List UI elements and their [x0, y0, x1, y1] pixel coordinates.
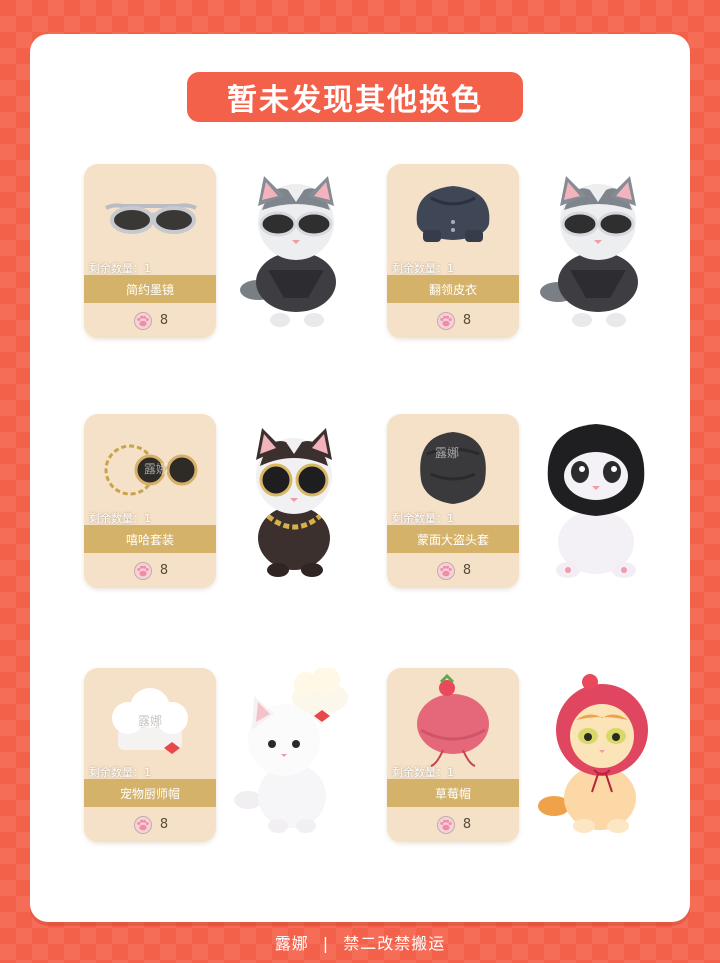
item-name: 草莓帽: [387, 779, 519, 807]
item-card-sunglasses[interactable]: 剩余数量：1 简约墨镜 8: [84, 164, 216, 338]
watermark-text: 露娜: [144, 462, 169, 476]
page-title: 暂未发现其他换色: [187, 72, 523, 122]
price-row: 8: [387, 553, 519, 588]
footer-separator: |: [322, 934, 330, 953]
cat-preview-strawberry-hat: [538, 674, 648, 833]
price-value: 8: [159, 817, 169, 832]
cat-preview-leather-jacket: [540, 176, 638, 327]
quantity-label: 剩余数量：1: [89, 766, 151, 779]
price-row: 8: [84, 303, 216, 338]
price-row: 8: [387, 807, 519, 842]
footer-notice: 禁二改禁搬运: [343, 934, 446, 953]
paw-coin-icon: [133, 311, 152, 330]
price-value: 8: [462, 817, 472, 832]
footer-author: 露娜: [274, 934, 309, 953]
item-card-leather-jacket[interactable]: 剩余数量：1 翻领皮衣 8: [387, 164, 519, 338]
watermark-text: 露娜: [435, 446, 460, 460]
item-name: 嘻哈套装: [84, 525, 216, 553]
item-name: 简约墨镜: [84, 275, 216, 303]
cat-preview-balaclava: [547, 424, 645, 578]
price-value: 8: [159, 563, 169, 578]
cat-preview-hiphop-set: [256, 428, 332, 577]
item-card-strawberry-hat[interactable]: 剩余数量：1 草莓帽 8: [387, 668, 519, 842]
cat-preview-sunglasses: [240, 176, 336, 327]
price-row: 8: [84, 807, 216, 842]
item-card-hiphop-set[interactable]: 露娜 剩余数量：1 嘻哈套装 8: [84, 414, 216, 588]
price-row: 8: [84, 553, 216, 588]
item-name: 翻领皮衣: [387, 275, 519, 303]
footer-credit: 露娜 | 禁二改禁搬运: [0, 930, 720, 954]
quantity-label: 剩余数量：1: [392, 766, 454, 779]
paw-coin-icon: [436, 561, 455, 580]
cat-preview-chef-hat: [234, 668, 348, 833]
item-name: 蒙面大盗头套: [387, 525, 519, 553]
paw-coin-icon: [436, 815, 455, 834]
quantity-label: 剩余数量：1: [392, 262, 454, 275]
item-name: 宠物厨师帽: [84, 779, 216, 807]
price-value: 8: [462, 313, 472, 328]
paw-coin-icon: [436, 311, 455, 330]
price-row: 8: [387, 303, 519, 338]
watermark-text: 露娜: [138, 714, 163, 728]
quantity-label: 剩余数量：1: [89, 262, 151, 275]
price-value: 8: [159, 313, 169, 328]
paw-coin-icon: [133, 815, 152, 834]
price-value: 8: [462, 563, 472, 578]
paw-coin-icon: [133, 561, 152, 580]
quantity-label: 剩余数量：1: [89, 512, 151, 525]
quantity-label: 剩余数量：1: [392, 512, 454, 525]
item-card-chef-hat[interactable]: 露娜 剩余数量：1 宠物厨师帽 8: [84, 668, 216, 842]
item-card-balaclava[interactable]: 露娜 剩余数量：1 蒙面大盗头套 8: [387, 414, 519, 588]
